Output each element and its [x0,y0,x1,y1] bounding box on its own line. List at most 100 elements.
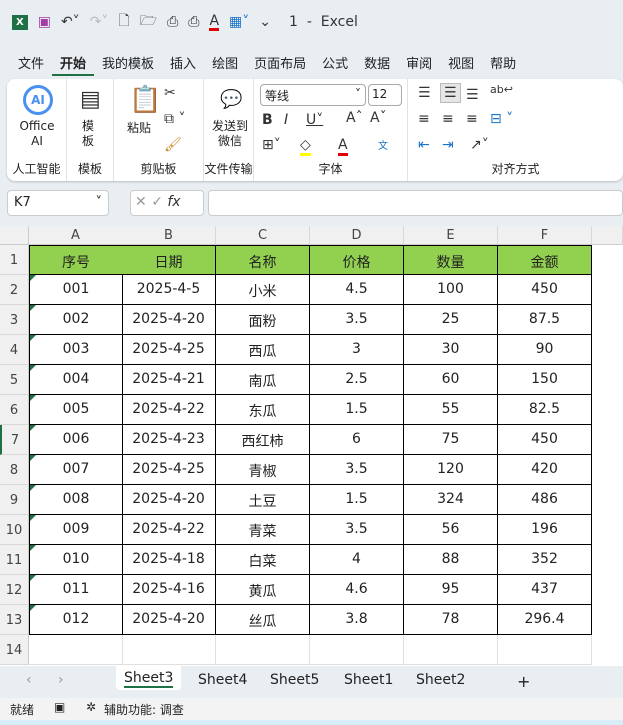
cell[interactable]: 486 [498,485,592,515]
cell[interactable]: 2025-4-23 [122,425,216,455]
decrease-indent-icon[interactable]: ⇤ [418,137,430,153]
cell[interactable] [404,635,498,665]
cell[interactable]: 4 [310,545,404,575]
row-header[interactable]: 6 [0,395,29,425]
row-header[interactable]: 9 [0,485,29,515]
row-header[interactable]: 12 [0,575,29,605]
send-wechat-button[interactable]: 发送到微信 [210,119,250,149]
row-header[interactable]: 5 [0,365,29,395]
cell[interactable]: 95 [404,575,498,605]
tab-home[interactable]: 开始 [52,50,95,76]
column-header-a[interactable]: A [29,226,123,245]
cell[interactable]: 3.5 [310,305,404,335]
cell[interactable]: 4.5 [310,275,404,305]
align-bottom-icon[interactable]: ☰ [466,87,479,103]
tab-view[interactable]: 视图 [440,50,482,76]
sheet-tab-sheet5[interactable]: Sheet5 [270,670,319,690]
cell[interactable]: 100 [404,275,498,305]
accessibility-icon[interactable]: ✲ [86,700,96,714]
column-header-d[interactable]: D [310,226,404,245]
cell[interactable]: 3.8 [310,605,404,635]
row-header[interactable]: 7 [0,425,29,455]
cut-icon[interactable]: ✂ [164,85,176,101]
cell[interactable]: 010 [29,545,123,575]
cell[interactable]: 小米 [216,275,310,305]
cell[interactable]: 003 [29,335,123,365]
sheet-tab-sheet4[interactable]: Sheet4 [198,670,247,690]
prev-sheet-icon[interactable]: ‹ [26,670,32,690]
cell[interactable]: 南瓜 [216,365,310,395]
underline-icon[interactable]: U˅ [306,112,323,128]
cell[interactable]: 450 [498,275,592,305]
row-header[interactable]: 11 [0,545,29,575]
cell[interactable]: 黄瓜 [216,575,310,605]
cell[interactable]: 3 [310,335,404,365]
increase-indent-icon[interactable]: ⇥ [442,137,454,153]
align-left-icon[interactable]: ≡ [418,111,430,127]
tab-draw[interactable]: 绘图 [204,50,246,76]
cell[interactable]: 55 [404,395,498,425]
cell[interactable] [122,635,216,665]
cell[interactable]: 012 [29,605,123,635]
align-top-icon[interactable]: ☰ [418,85,431,101]
number-as-text-indicator[interactable] [30,335,36,341]
cell[interactable]: 2025-4-20 [122,605,216,635]
cell[interactable]: 296.4 [498,605,592,635]
redo-icon[interactable]: ↷˅ [90,14,109,30]
copy-icon[interactable]: ⧉ ˅ [164,111,185,127]
number-as-text-indicator[interactable] [30,455,36,461]
cell[interactable]: 2025-4-16 [122,575,216,605]
formula-input[interactable] [208,190,623,216]
row-header[interactable]: 10 [0,515,29,545]
font-color-icon[interactable]: A [209,14,220,31]
cell[interactable]: 88 [404,545,498,575]
sheet-tab-sheet2[interactable]: Sheet2 [416,670,465,690]
cell[interactable]: 011 [29,575,123,605]
name-box[interactable]: K7 ˅ [7,190,109,216]
cell[interactable]: 120 [404,455,498,485]
cell[interactable]: 150 [498,365,592,395]
merge-center-icon[interactable]: ⊟ ˅ [490,111,513,127]
cell[interactable]: 60 [404,365,498,395]
format-painter-icon[interactable]: 🖌 [164,137,182,153]
cell[interactable]: 007 [29,455,123,485]
cell[interactable] [498,635,592,665]
cell[interactable]: 008 [29,485,123,515]
freeze-panes-icon[interactable]: ▦˅ [229,14,249,30]
header-cell[interactable]: 序号 [29,245,123,275]
cell[interactable]: 87.5 [498,305,592,335]
row-header[interactable]: 4 [0,335,29,365]
cell[interactable]: 90 [498,335,592,365]
cell[interactable]: 丝瓜 [216,605,310,635]
cell[interactable]: 006 [29,425,123,455]
header-cell[interactable]: 金额 [498,245,592,275]
next-sheet-icon[interactable]: › [58,670,64,690]
accessibility-status[interactable]: 辅助功能: 调查 [104,701,184,718]
tab-file[interactable]: 文件 [10,50,52,76]
cell[interactable]: 004 [29,365,123,395]
number-as-text-indicator[interactable] [30,365,36,371]
decrease-font-icon[interactable]: Aˇ [370,110,387,126]
paste-icon[interactable]: 📋 [129,85,161,115]
cell[interactable]: 2025-4-22 [122,515,216,545]
cell[interactable]: 青菜 [216,515,310,545]
cell[interactable]: 2025-4-5 [122,275,216,305]
column-header-f[interactable]: F [498,226,592,245]
column-header-b[interactable]: B [122,226,216,245]
cell[interactable]: 西红柿 [216,425,310,455]
align-center-icon[interactable]: ≡ [442,111,454,127]
add-sheet-icon[interactable]: + [517,670,530,693]
cell[interactable]: 白菜 [216,545,310,575]
new-file-icon[interactable]: 🗋 [118,10,129,34]
cell[interactable]: 3.5 [310,455,404,485]
number-as-text-indicator[interactable] [30,395,36,401]
cell[interactable]: 4.6 [310,575,404,605]
font-color-icon[interactable]: A [338,137,348,156]
cell[interactable]: 437 [498,575,592,605]
tab-my-templates[interactable]: 我的模板 [94,50,162,76]
row-header[interactable]: 8 [0,455,29,485]
cell[interactable]: 56 [404,515,498,545]
phonetic-icon[interactable]: 文 [378,137,388,152]
tab-review[interactable]: 审阅 [398,50,440,76]
sheet-tab-sheet1[interactable]: Sheet1 [344,670,393,690]
